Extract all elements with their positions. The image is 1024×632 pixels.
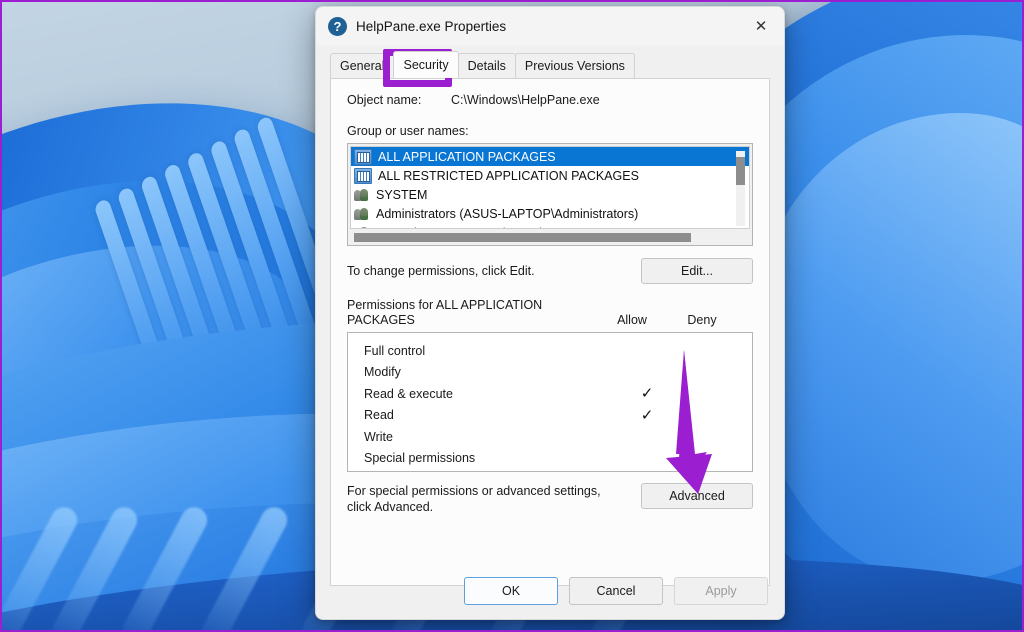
tab-details[interactable]: Details xyxy=(457,53,516,78)
allow-checkmark[interactable]: ✓ xyxy=(612,386,682,401)
table-row[interactable]: Special permissions xyxy=(348,448,752,470)
group-list[interactable]: ALL APPLICATION PACKAGES ALL RESTRICTED … xyxy=(350,146,750,229)
list-item-label: ALL RESTRICTED APPLICATION PACKAGES xyxy=(378,168,639,183)
list-item[interactable]: Administrators (ASUS-LAPTOP\Administrato… xyxy=(351,204,749,223)
cancel-button[interactable]: Cancel xyxy=(569,577,663,605)
table-row[interactable]: Read ✓ xyxy=(348,405,752,427)
users-group-icon xyxy=(354,226,370,228)
window-title: HelpPane.exe Properties xyxy=(356,18,507,34)
edit-hint-text: To change permissions, click Edit. xyxy=(347,264,535,278)
column-header-allow: Allow xyxy=(617,313,647,327)
table-row[interactable]: Read & execute ✓ xyxy=(348,383,752,405)
tab-security[interactable]: Security xyxy=(393,51,459,78)
app-package-icon xyxy=(354,167,372,184)
object-name-value: C:\Windows\HelpPane.exe xyxy=(451,93,600,107)
column-header-deny: Deny xyxy=(687,313,717,327)
permission-name: Full control xyxy=(364,343,426,358)
permission-name: Modify xyxy=(364,365,401,380)
screen: ? HelpPane.exe Properties ✕ General Secu… xyxy=(0,0,1024,632)
object-name-label: Object name: xyxy=(347,93,422,107)
allow-checkmark[interactable]: ✓ xyxy=(612,408,682,423)
scrollbar-thumb[interactable] xyxy=(354,233,692,242)
list-item-label: Users (ASUS-LAPTOP\Users) xyxy=(376,226,544,229)
permission-name: Read & execute xyxy=(364,386,453,401)
table-row[interactable]: Write xyxy=(348,426,752,448)
permission-name: Read xyxy=(364,408,394,423)
users-group-icon xyxy=(354,188,370,202)
scrollbar-thumb[interactable] xyxy=(736,157,745,185)
list-item[interactable]: SYSTEM xyxy=(351,185,749,204)
list-item-label: SYSTEM xyxy=(376,187,428,202)
table-row[interactable]: Modify xyxy=(348,362,752,384)
apply-button: Apply xyxy=(674,577,768,605)
list-item-label: ALL APPLICATION PACKAGES xyxy=(378,149,556,164)
list-item[interactable]: ALL RESTRICTED APPLICATION PACKAGES xyxy=(351,166,749,185)
users-group-icon xyxy=(354,207,370,221)
title-bar: ? HelpPane.exe Properties ✕ xyxy=(316,7,784,45)
advanced-button[interactable]: Advanced xyxy=(641,483,753,509)
table-row[interactable]: Full control xyxy=(348,340,752,362)
group-or-user-names-label: Group or user names: xyxy=(347,124,469,138)
permissions-list[interactable]: Full control Modify Read & execute ✓ Rea… xyxy=(347,332,753,472)
permission-name: Special permissions xyxy=(364,451,476,466)
dialog-footer: OK Cancel Apply xyxy=(316,563,784,619)
ok-button[interactable]: OK xyxy=(464,577,558,605)
list-item[interactable]: Users (ASUS-LAPTOP\Users) xyxy=(351,223,749,229)
list-item[interactable]: ALL APPLICATION PACKAGES xyxy=(351,147,749,166)
advanced-hint-text: For special permissions or advanced sett… xyxy=(347,484,601,514)
properties-dialog: ? HelpPane.exe Properties ✕ General Secu… xyxy=(315,6,785,620)
object-name-row: Object name: C:\Windows\HelpPane.exe xyxy=(347,93,753,107)
list-horizontal-scrollbar[interactable] xyxy=(354,233,746,242)
edit-permissions-row: To change permissions, click Edit. Edit.… xyxy=(347,258,753,284)
advanced-row: For special permissions or advanced sett… xyxy=(347,483,753,515)
permissions-header: Permissions for ALL APPLICATION PACKAGES… xyxy=(347,298,753,328)
permissions-for-label: Permissions for ALL APPLICATION PACKAGES xyxy=(347,298,543,327)
question-mark-icon: ? xyxy=(328,16,347,36)
edit-button[interactable]: Edit... xyxy=(641,258,753,284)
app-package-icon xyxy=(354,148,372,165)
tab-previous-versions[interactable]: Previous Versions xyxy=(514,53,635,78)
tab-general[interactable]: General xyxy=(330,53,395,78)
list-vertical-scrollbar[interactable] xyxy=(736,151,745,226)
permission-name: Write xyxy=(364,429,393,444)
tab-strip: General Security Details Previous Versio… xyxy=(330,51,784,78)
list-item-label: Administrators (ASUS-LAPTOP\Administrato… xyxy=(376,206,639,221)
group-or-user-names-listbox[interactable]: ALL APPLICATION PACKAGES ALL RESTRICTED … xyxy=(347,143,753,246)
security-tab-panel: Object name: C:\Windows\HelpPane.exe Gro… xyxy=(330,78,770,586)
close-icon[interactable]: ✕ xyxy=(738,7,784,45)
